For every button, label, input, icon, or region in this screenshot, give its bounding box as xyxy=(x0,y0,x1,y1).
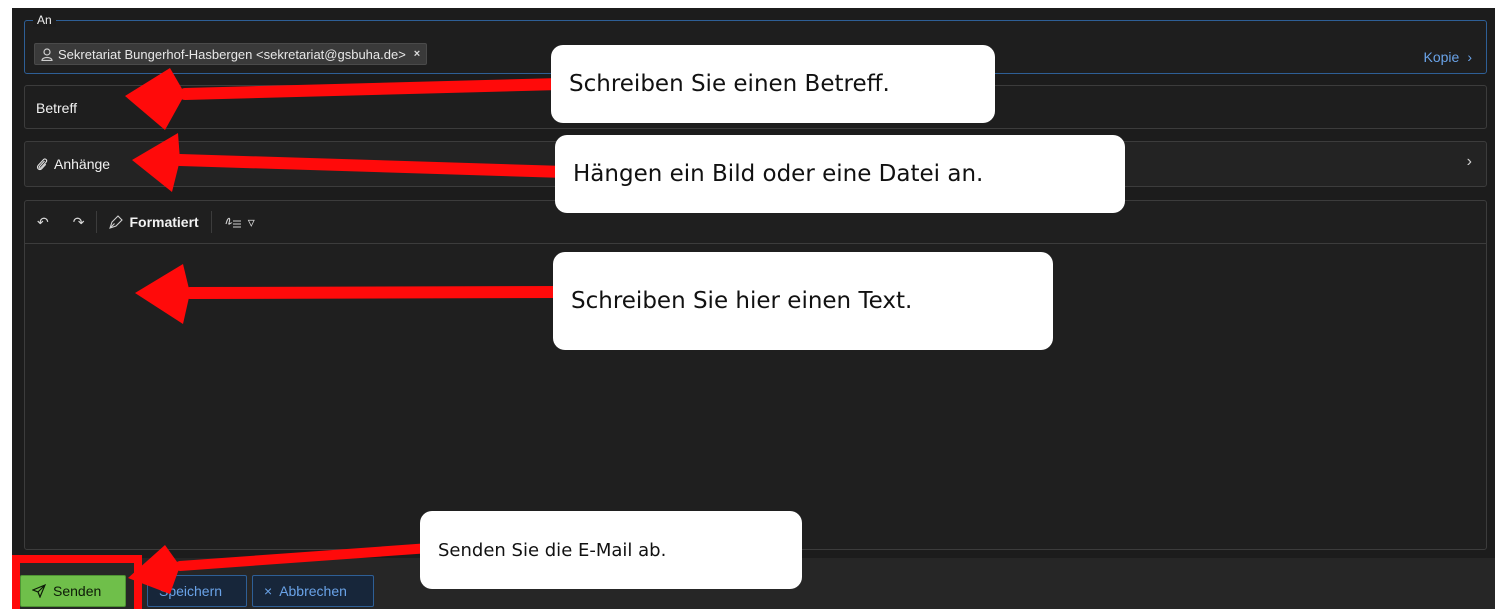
arrow-to-subject xyxy=(125,68,566,130)
subject-hint-callout: Schreiben Sie einen Betreff. xyxy=(551,45,995,123)
arrow-to-body xyxy=(135,264,566,324)
body-hint-callout: Schreiben Sie hier einen Text. xyxy=(553,252,1053,350)
attach-hint-callout: Hängen ein Bild oder eine Datei an. xyxy=(555,135,1125,213)
arrow-to-attachments xyxy=(132,133,571,192)
send-hint-callout: Senden Sie die E-Mail ab. xyxy=(420,511,802,589)
arrow-to-send xyxy=(128,543,435,594)
